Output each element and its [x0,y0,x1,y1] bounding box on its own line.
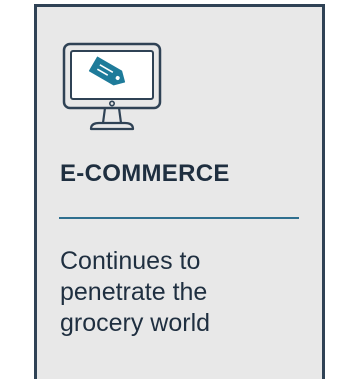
description-line: Continues to [60,247,201,275]
divider [59,217,299,219]
monitor-with-price-tag-icon [62,42,162,131]
description-line: penetrate the [60,278,208,306]
card-description: Continues to penetrate the grocery world [60,246,310,339]
card-title: E-COMMERCE [60,160,230,187]
ecommerce-card: E-COMMERCE Continues to penetrate the gr… [34,4,325,379]
description-line: grocery world [60,309,211,337]
